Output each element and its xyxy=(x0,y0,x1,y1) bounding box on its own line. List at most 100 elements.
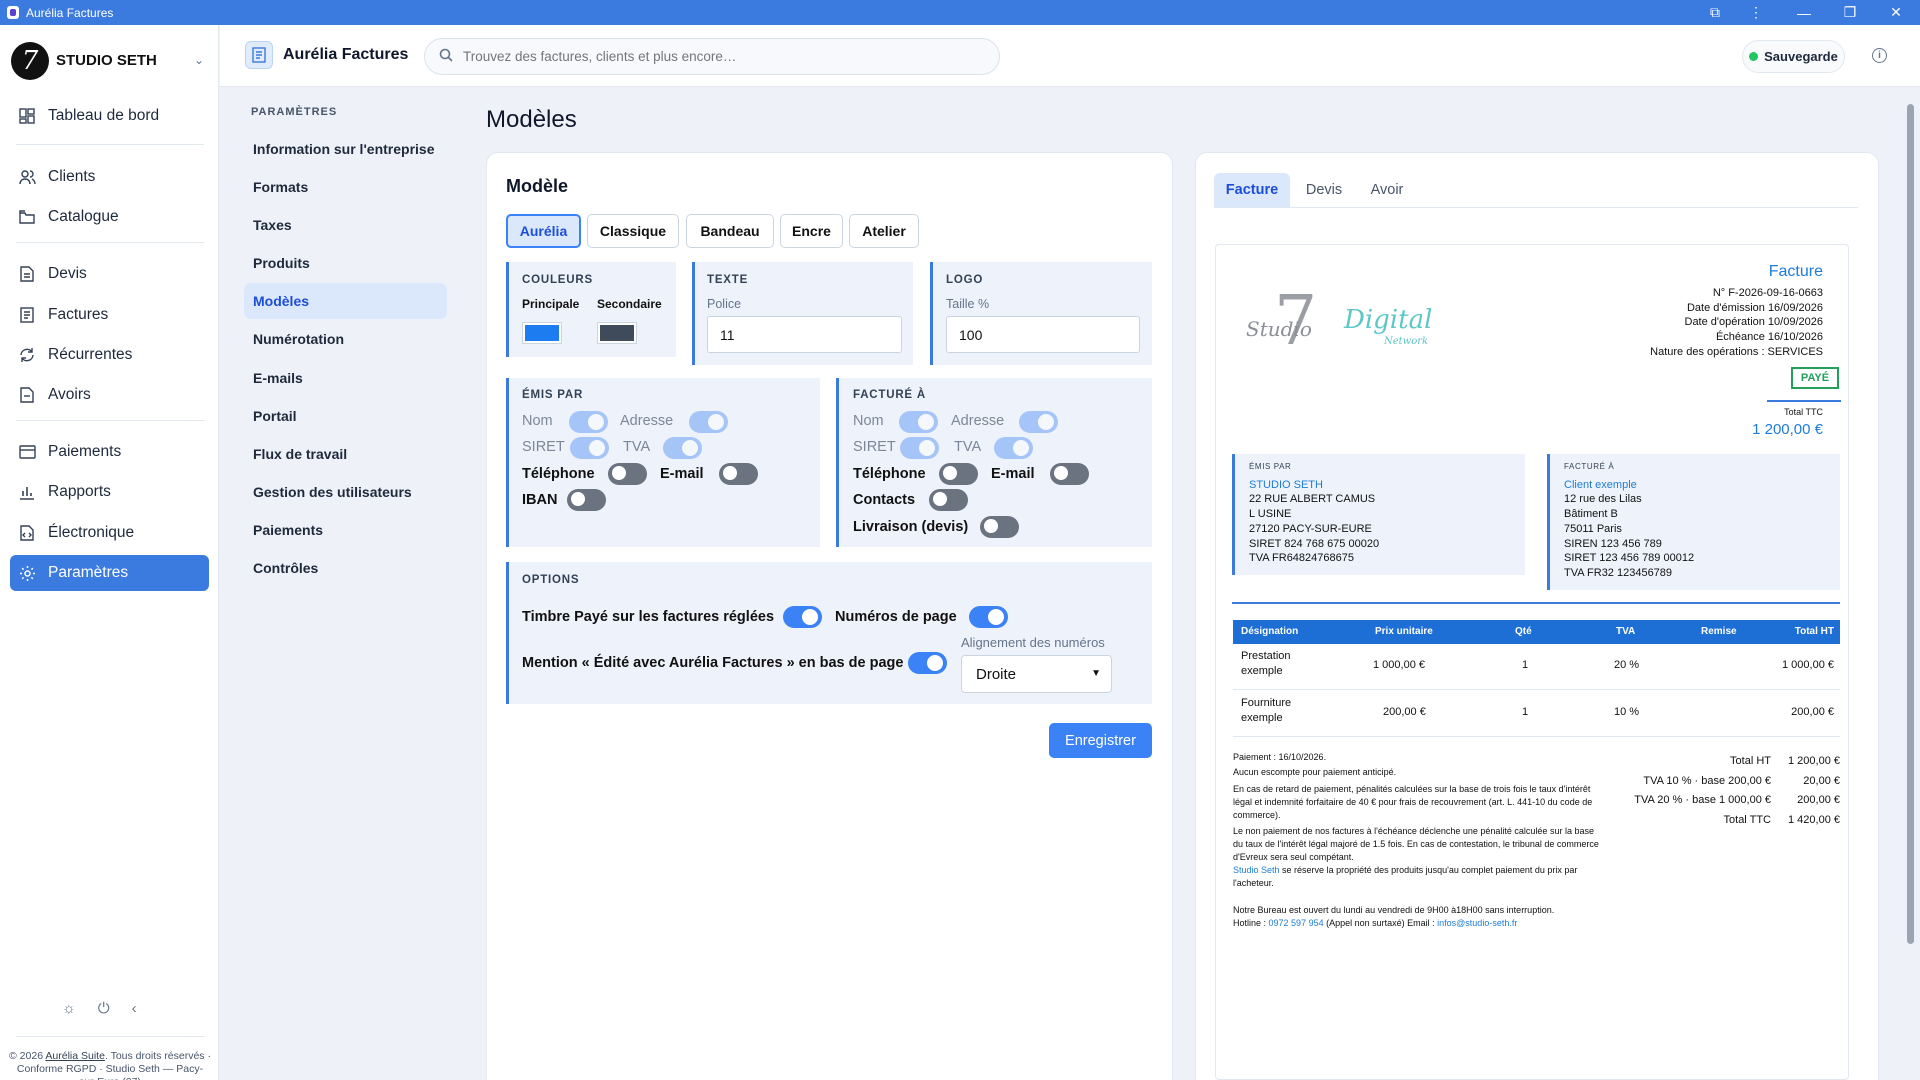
theme-toggle-icon[interactable]: ☼ xyxy=(62,1000,76,1017)
font-size-input[interactable]: 11 xyxy=(707,316,902,353)
emis-siret-toggle[interactable] xyxy=(570,437,609,459)
dashboard-icon xyxy=(18,107,36,125)
sidebar-item-dashboard[interactable]: Tableau de bord xyxy=(10,98,209,134)
mention-label: Mention « Édité avec Aurélia Factures » … xyxy=(522,655,904,671)
facture-email-label: E-mail xyxy=(991,466,1035,482)
chevron-down-icon[interactable]: ⌄ xyxy=(194,53,204,67)
template-bandeau-button[interactable]: Bandeau xyxy=(686,214,774,248)
page-numbers-label: Numéros de page xyxy=(835,609,957,625)
sidebar-item-label: Rapports xyxy=(48,483,111,500)
template-atelier-button[interactable]: Atelier xyxy=(849,214,919,248)
sidebar-item-devis[interactable]: Devis xyxy=(10,256,209,292)
facture-adresse-toggle[interactable] xyxy=(1019,411,1058,433)
timbre-toggle[interactable] xyxy=(783,606,822,628)
sidebar-item-parametres[interactable]: Paramètres xyxy=(10,555,209,591)
sidebar-item-catalogue[interactable]: Catalogue xyxy=(10,199,209,235)
emis-nom-toggle[interactable] xyxy=(569,411,608,433)
sidebar-item-label: Clients xyxy=(48,168,96,185)
sidebar-item-avoirs[interactable]: Avoirs xyxy=(10,377,209,413)
emis-par-title: ÉMIS PAR xyxy=(522,389,584,401)
settings-item-utilisateurs[interactable]: Gestion des utilisateurs xyxy=(244,474,447,510)
page-numbers-toggle[interactable] xyxy=(969,606,1008,628)
minimize-button[interactable]: — xyxy=(1784,0,1824,25)
secondary-color-swatch[interactable] xyxy=(597,322,637,344)
divider xyxy=(16,1036,204,1037)
primary-color-swatch[interactable] xyxy=(522,322,562,344)
collapse-sidebar-icon[interactable]: ‹ xyxy=(132,1000,137,1017)
alignment-select[interactable]: Droite ▼ xyxy=(961,655,1112,693)
facture-contacts-toggle[interactable] xyxy=(929,489,968,511)
emis-email-toggle[interactable] xyxy=(719,463,758,485)
settings-item-portail[interactable]: Portail xyxy=(244,398,447,434)
chevron-down-icon: ▼ xyxy=(1091,668,1101,679)
facture-livraison-toggle[interactable] xyxy=(980,516,1019,538)
facture-telephone-toggle[interactable] xyxy=(939,463,978,485)
facture-tva-toggle[interactable] xyxy=(994,437,1033,459)
search-input[interactable] xyxy=(463,49,983,64)
close-button[interactable]: ✕ xyxy=(1876,0,1916,25)
save-status-badge[interactable]: Sauvegarde xyxy=(1742,40,1845,73)
document-title: Facture xyxy=(1768,263,1823,280)
save-button[interactable]: Enregistrer xyxy=(1049,723,1152,758)
emis-tva-toggle[interactable] xyxy=(663,437,702,459)
mention-toggle[interactable] xyxy=(908,652,947,674)
preview-tab-avoir[interactable]: Avoir xyxy=(1358,173,1416,207)
settings-item-formats[interactable]: Formats xyxy=(244,169,447,205)
emis-telephone-toggle[interactable] xyxy=(608,463,647,485)
emis-iban-toggle[interactable] xyxy=(567,489,606,511)
template-classique-button[interactable]: Classique xyxy=(587,214,679,248)
section-divider xyxy=(1232,602,1840,604)
scrollbar[interactable] xyxy=(1906,92,1916,1076)
emis-adresse-toggle[interactable] xyxy=(689,411,728,433)
emis-par-panel xyxy=(506,378,820,547)
sidebar-item-label: Paramètres xyxy=(48,564,129,581)
secondary-color-label: Secondaire xyxy=(597,297,662,311)
sidebar-item-factures[interactable]: Factures xyxy=(10,297,209,333)
power-icon[interactable]: ⏻ xyxy=(98,1000,110,1017)
chart-icon xyxy=(18,483,36,501)
settings-item-produits[interactable]: Produits xyxy=(244,245,447,281)
sidebar-item-paiements[interactable]: Paiements xyxy=(10,434,209,470)
sidebar-item-label: Factures xyxy=(48,306,109,323)
emis-siret-label: SIRET xyxy=(522,439,565,455)
settings-item-paiements[interactable]: Paiements xyxy=(244,512,447,548)
font-size-label: Police xyxy=(707,297,742,311)
sidebar-item-electronique[interactable]: Électronique xyxy=(10,515,209,551)
more-menu-icon[interactable]: ⋮ xyxy=(1736,0,1776,25)
company-avatar[interactable]: 7 xyxy=(11,42,49,80)
logo-size-input[interactable]: 100 xyxy=(946,316,1140,353)
preview-tab-facture[interactable]: Facture xyxy=(1214,173,1290,207)
company-name[interactable]: STUDIO SETH xyxy=(56,52,157,69)
settings-item-taxes[interactable]: Taxes xyxy=(244,207,447,243)
settings-item-numerotation[interactable]: Numérotation xyxy=(244,321,447,357)
invoice-number: N° F-2026-09-16-0663 xyxy=(1712,287,1823,299)
maximize-button[interactable]: ❐ xyxy=(1830,0,1870,25)
facture-email-toggle[interactable] xyxy=(1050,463,1089,485)
sidebar-item-clients[interactable]: Clients xyxy=(10,159,209,195)
facture-siret-toggle[interactable] xyxy=(900,437,939,459)
facture-nom-toggle[interactable] xyxy=(899,411,938,433)
timbre-label: Timbre Payé sur les factures réglées xyxy=(522,609,775,625)
emis-tva-label: TVA xyxy=(623,439,651,455)
aurelia-suite-link[interactable]: Aurélia Suite xyxy=(45,1050,105,1062)
invoice-app-icon xyxy=(245,41,273,69)
scrollbar-thumb[interactable] xyxy=(1907,104,1914,944)
search-bar[interactable] xyxy=(424,38,1000,75)
extensions-icon[interactable]: ⧉ xyxy=(1695,0,1735,25)
sidebar-item-recurrentes[interactable]: Récurrentes xyxy=(10,337,209,373)
settings-item-modeles[interactable]: Modèles xyxy=(244,283,447,319)
invoice-icon xyxy=(18,306,36,324)
settings-item-controles[interactable]: Contrôles xyxy=(244,550,447,586)
settings-item-emails[interactable]: E-mails xyxy=(244,360,447,396)
settings-item-entreprise[interactable]: Information sur l'entreprise xyxy=(244,131,447,167)
info-icon[interactable]: i xyxy=(1872,48,1887,63)
sidebar-bottom-controls: ☼ ⏻ ‹ xyxy=(62,1000,137,1017)
sidebar-item-rapports[interactable]: Rapports xyxy=(10,474,209,510)
total-ttc-label: Total TTC xyxy=(1784,407,1823,417)
template-aurelia-button[interactable]: Aurélia xyxy=(506,214,581,248)
settings-item-flux[interactable]: Flux de travail xyxy=(244,436,447,472)
template-encre-button[interactable]: Encre xyxy=(780,214,843,248)
catalog-icon xyxy=(18,208,36,226)
preview-tab-devis[interactable]: Devis xyxy=(1296,173,1352,207)
issuer-address-block: ÉMIS PAR STUDIO SETH 22 RUE ALBERT CAMUS… xyxy=(1232,454,1525,575)
